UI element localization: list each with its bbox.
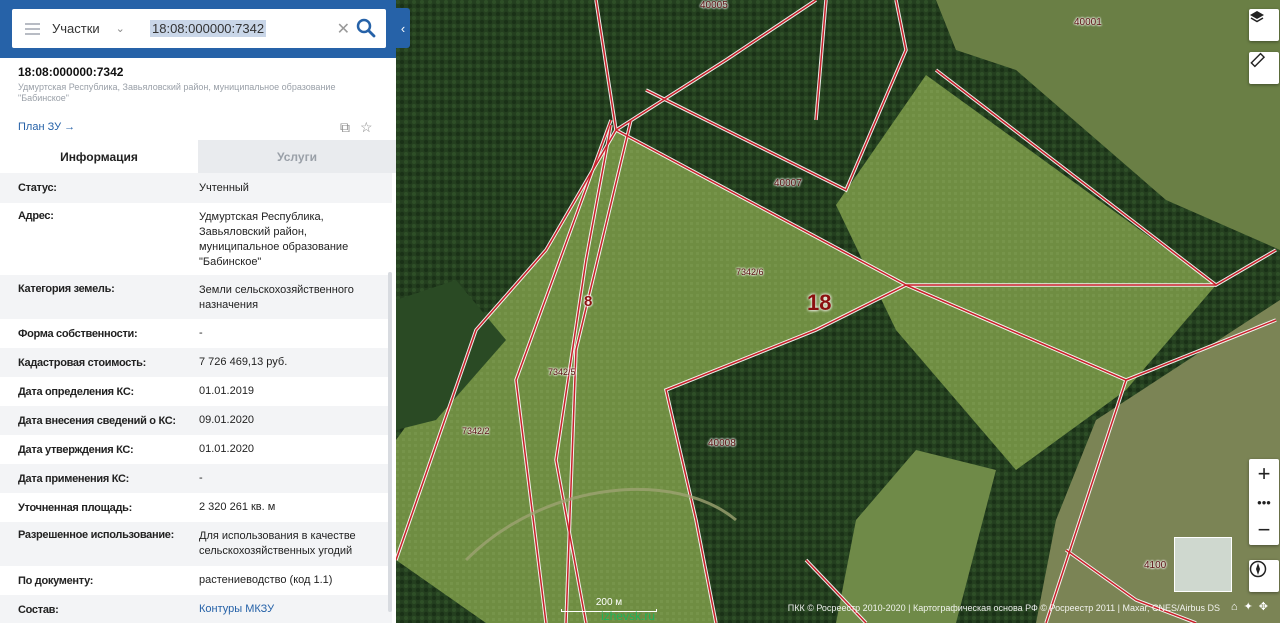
chevron-left-icon: ‹	[400, 20, 406, 36]
info-value: -	[199, 472, 203, 484]
search-type-label: Участки	[52, 21, 100, 36]
collapse-panel-button[interactable]: ‹	[396, 8, 410, 48]
pan-icon[interactable]: ✥	[1259, 601, 1274, 613]
info-value: 01.01.2019	[199, 385, 255, 397]
plus-icon: +	[1257, 461, 1271, 486]
info-value: 2 320 261 кв. м	[199, 501, 276, 513]
more-button[interactable]: •••	[1249, 489, 1279, 515]
quarter-label: 40001	[1074, 17, 1102, 28]
parcel-label: 7342/6	[736, 267, 764, 277]
cadastral-number: 18:08:000000:7342	[18, 65, 124, 79]
info-row: Статус: Учтенный	[0, 173, 392, 203]
info-value: Удмуртская Республика, Завьяловский райо…	[199, 211, 349, 268]
info-value: 01.01.2020	[199, 443, 255, 455]
info-row: Дата внесения сведений о КС: 09.01.2020	[0, 406, 392, 435]
info-key: Состав:	[18, 603, 59, 616]
minus-icon: −	[1257, 517, 1271, 542]
search-icon[interactable]	[356, 17, 376, 39]
parcel-label: 7342/2	[462, 426, 490, 436]
home-icon[interactable]: ⌂	[1231, 601, 1244, 613]
favorite-star-icon[interactable]: ☆	[360, 119, 373, 136]
search-type-select[interactable]: Участки ⌄	[52, 9, 148, 48]
object-address: Удмуртская Республика, Завьяловский райо…	[18, 82, 336, 103]
ruler-icon	[1250, 52, 1265, 68]
info-value: -	[199, 327, 203, 339]
info-panel: Участки ⌄ 18:08:000000:7342 ✕ ‹ 18:08:00…	[0, 0, 410, 623]
panel-scrollbar[interactable]	[388, 272, 392, 612]
info-row: Кадастровая стоимость: 7 726 469,13 руб.	[0, 348, 392, 377]
info-row: Дата определения КС: 01.01.2019	[0, 377, 392, 406]
info-value: Земли сельскохозяйственного назначения	[199, 284, 354, 311]
info-row: Адрес: Удмуртская Республика, Завьяловск…	[0, 203, 392, 275]
menu-button[interactable]	[12, 9, 52, 48]
info-row: Форма собственности: -	[0, 319, 392, 348]
info-key: Форма собственности:	[18, 327, 138, 340]
info-row: Уточненная площадь: 2 320 261 кв. м	[0, 493, 392, 522]
zoom-in-button[interactable]: +	[1249, 459, 1279, 489]
object-actions: ⧉ ☆	[340, 119, 373, 136]
quarter-label: 40008	[708, 438, 736, 449]
locate-icon[interactable]: ✦	[1244, 601, 1259, 613]
info-value: 7 726 469,13 руб.	[199, 356, 288, 368]
info-value: 09.01.2020	[199, 414, 255, 426]
layers-icon	[1250, 11, 1264, 23]
info-table: Статус: Учтенный Адрес: Удмуртская Респу…	[0, 173, 392, 623]
info-key: Дата определения КС:	[18, 385, 134, 398]
scale-label: 200 м	[595, 597, 623, 608]
info-row: По документу: растениеводство (код 1.1)	[0, 566, 392, 595]
overview-minimap[interactable]	[1174, 537, 1232, 592]
zoom-out-button[interactable]: −	[1249, 515, 1279, 545]
clear-icon[interactable]: ✕	[337, 19, 350, 39]
composition-link[interactable]: Контуры МКЗУ	[199, 602, 384, 617]
info-key: Статус:	[18, 182, 57, 194]
search-bar: Участки ⌄ 18:08:000000:7342 ✕	[0, 0, 396, 58]
info-key: Дата внесения сведений о КС:	[18, 414, 176, 427]
search-input[interactable]: 18:08:000000:7342	[150, 20, 267, 37]
info-key: Уточненная площадь:	[18, 501, 133, 514]
info-row: Состав: Контуры МКЗУ	[0, 595, 392, 623]
menu-icon	[24, 27, 40, 30]
ruler-button[interactable]	[1249, 52, 1279, 84]
zoom-controls: + ••• −	[1249, 459, 1279, 545]
parcel-number-label: 8	[584, 293, 593, 310]
info-key: Дата утверждения КС:	[18, 443, 134, 456]
info-row: Категория земель: Земли сельскохозяйстве…	[0, 275, 392, 319]
district-number-label: 18	[807, 290, 832, 315]
info-row: Дата утверждения КС: 01.01.2020	[0, 435, 392, 464]
tab-information[interactable]: Информация	[0, 140, 198, 173]
info-key: Разрешенное использование:	[18, 529, 174, 541]
info-value: растениеводство (код 1.1)	[199, 574, 333, 586]
satellite-imagery	[396, 0, 1280, 623]
info-row: Дата применения КС: -	[0, 464, 392, 493]
info-value: Для использования в качестве сельскохозя…	[199, 530, 356, 557]
panel-tabs: Информация Услуги	[0, 140, 396, 173]
info-value: Учтенный	[199, 181, 249, 194]
map-attribution: ПКК © Росреестр 2010-2020 | Картографиче…	[787, 603, 1220, 613]
map-view[interactable]: 40005 40001 40007 40008 4100 7342/6 7342…	[396, 0, 1280, 623]
info-row: Разрешенное использование: Для использов…	[0, 522, 392, 566]
info-key: По документу:	[18, 574, 94, 587]
object-header: 18:08:000000:7342 Удмуртская Республика,…	[18, 65, 388, 104]
info-key: Категория земель:	[18, 283, 115, 295]
info-key: Адрес:	[18, 210, 54, 222]
more-icon: •••	[1257, 494, 1271, 510]
chevron-down-icon: ⌄	[115, 23, 125, 35]
compass-icon	[1249, 560, 1267, 578]
info-key: Дата применения КС:	[18, 472, 130, 485]
quarter-label: 40007	[774, 178, 802, 189]
search-box: Участки ⌄ 18:08:000000:7342 ✕	[12, 9, 386, 48]
info-key: Кадастровая стоимость:	[18, 356, 146, 369]
map-footer-icons: ⌂✦✥	[1231, 600, 1274, 613]
quarter-label: 40005	[700, 0, 728, 11]
parcel-label: 7342/5	[548, 367, 576, 377]
watermark: izhevsk.ru	[601, 609, 656, 623]
tab-services[interactable]: Услуги	[198, 140, 396, 173]
plan-link[interactable]: План ЗУ →	[18, 121, 75, 133]
quarter-label: 4100	[1144, 560, 1167, 571]
layers-button[interactable]	[1249, 9, 1279, 41]
zoom-to-object-icon[interactable]: ⧉	[340, 119, 350, 136]
compass-button[interactable]	[1249, 560, 1279, 592]
